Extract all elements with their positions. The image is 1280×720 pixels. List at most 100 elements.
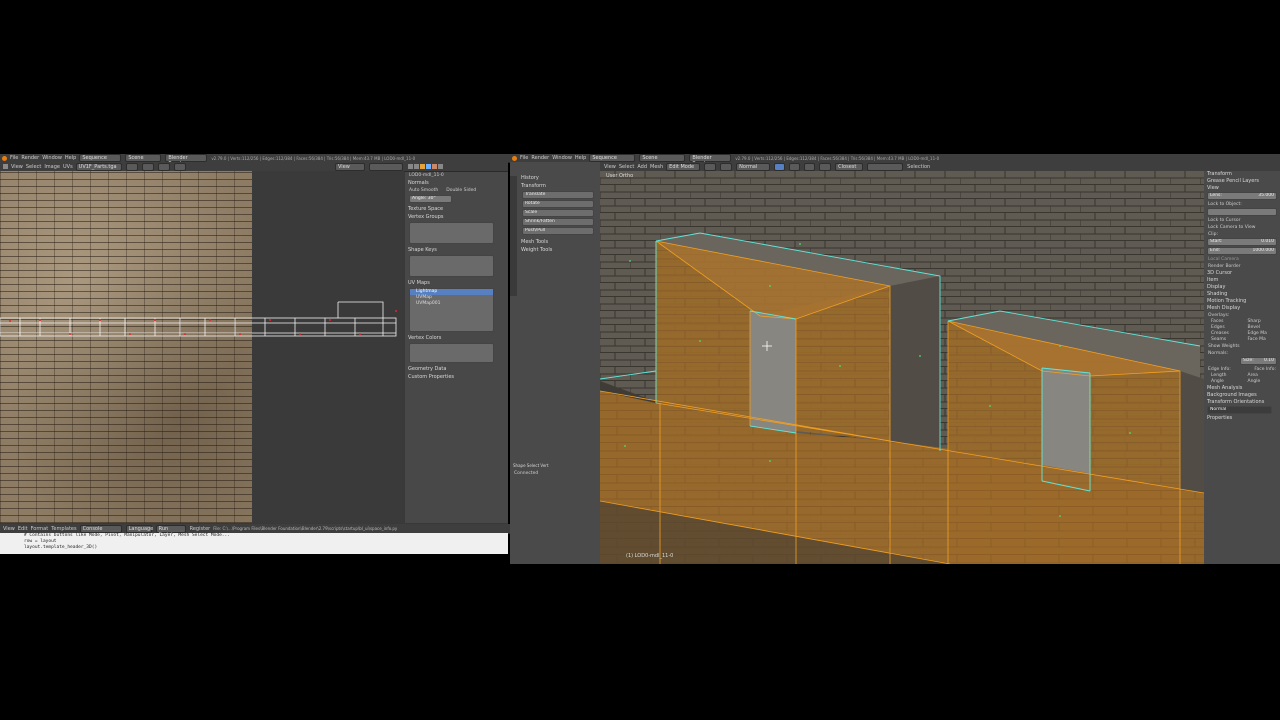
pivot-point-button[interactable] bbox=[720, 162, 733, 171]
geometry-data-panel-header[interactable]: Geometry Data bbox=[405, 365, 508, 373]
mesh-data-tab-icon[interactable] bbox=[426, 164, 431, 169]
text-editor-body[interactable]: # Contains buttons like Mode, Pivot, Man… bbox=[0, 533, 508, 554]
double-sided-checkbox[interactable]: Double Sided bbox=[442, 187, 476, 194]
blender-logo-icon[interactable] bbox=[2, 155, 7, 161]
uv-map-item[interactable]: UVMap001 bbox=[410, 301, 493, 307]
n-transform-orientations-header[interactable]: Transform Orientations bbox=[1204, 399, 1280, 406]
uv-menu-image[interactable]: Image bbox=[44, 164, 60, 170]
text-menu-templates[interactable]: Templates bbox=[51, 526, 76, 532]
uv-menu-uvs[interactable]: UVs bbox=[63, 164, 73, 170]
menu-help[interactable]: Help bbox=[575, 155, 586, 161]
n-item-header[interactable]: Item bbox=[1204, 277, 1280, 284]
run-script-button[interactable]: Run Script bbox=[155, 524, 186, 538]
uv-snap-button[interactable] bbox=[173, 162, 186, 171]
n-grease-pencil-header[interactable]: Grease Pencil Layers bbox=[1204, 178, 1280, 185]
transform-orientation-selector[interactable]: Normal bbox=[736, 162, 771, 171]
n-view-header[interactable]: View bbox=[1204, 185, 1280, 192]
menu-window[interactable]: Window bbox=[552, 155, 572, 161]
mode-selector[interactable]: Edit Mode bbox=[666, 162, 701, 171]
menu-render[interactable]: Render bbox=[531, 155, 549, 161]
n-properties-header[interactable]: Properties bbox=[1204, 415, 1280, 422]
vertex-groups-list[interactable] bbox=[409, 222, 494, 244]
n-mesh-display-header[interactable]: Mesh Display bbox=[1204, 305, 1280, 312]
normals-panel-header[interactable]: Normals bbox=[405, 179, 508, 187]
n-shading-header[interactable]: Shading bbox=[1204, 291, 1280, 298]
uv-map-selector[interactable] bbox=[369, 162, 403, 171]
orientation-selector[interactable]: Normal bbox=[1207, 406, 1272, 414]
viewport-menu-mesh[interactable]: Mesh bbox=[650, 164, 663, 170]
lock-camera-checkbox[interactable]: Lock Camera to View bbox=[1204, 224, 1280, 231]
uv-islands-overlay[interactable] bbox=[0, 171, 404, 523]
clip-start-field[interactable]: Start: 0.010 bbox=[1207, 238, 1277, 246]
menu-help[interactable]: Help bbox=[65, 155, 76, 161]
layout-selector[interactable]: Sequence bbox=[589, 154, 636, 162]
uv-menu-select[interactable]: Select bbox=[26, 164, 41, 170]
last-operator-header[interactable]: Shape Select Vert bbox=[510, 462, 600, 470]
n-display-header[interactable]: Display bbox=[1204, 284, 1280, 291]
n-transform-header[interactable]: Transform bbox=[1204, 171, 1280, 178]
show-weights-checkbox[interactable]: Show Weights bbox=[1204, 343, 1280, 350]
menu-file[interactable]: File bbox=[520, 155, 528, 161]
render-tab-icon[interactable] bbox=[408, 164, 413, 169]
uv-pin-button[interactable] bbox=[125, 162, 138, 171]
connected-checkbox[interactable]: Connected bbox=[510, 470, 600, 477]
text-block-selector[interactable]: Console bbox=[79, 524, 122, 533]
vertex-groups-panel-header[interactable]: Vertex Groups bbox=[405, 213, 508, 221]
overlay-face-marks-checkbox[interactable]: Face Ma bbox=[1244, 337, 1280, 343]
face-select-button[interactable] bbox=[804, 162, 816, 171]
lock-to-cursor-checkbox[interactable]: Lock to Cursor bbox=[1204, 217, 1280, 224]
viewport-scene[interactable] bbox=[600, 171, 1204, 564]
register-checkbox[interactable]: Register bbox=[190, 526, 211, 532]
viewport-menu-select[interactable]: Select bbox=[619, 164, 634, 170]
material-tab-icon[interactable] bbox=[432, 164, 437, 169]
viewport-shading-button[interactable] bbox=[704, 162, 717, 171]
layout-selector[interactable]: Sequence bbox=[79, 154, 122, 162]
engine-selector[interactable]: Blender Render bbox=[165, 154, 208, 167]
lens-field[interactable]: Lens: 35.000 bbox=[1207, 192, 1277, 200]
shrink-fatten-button[interactable]: Shrink/Fatten bbox=[522, 218, 594, 226]
render-border-checkbox[interactable]: Render Border bbox=[1204, 263, 1280, 270]
viewport-menu-view[interactable]: View bbox=[604, 164, 616, 170]
uv-menu-view[interactable]: View bbox=[11, 164, 23, 170]
scale-button[interactable]: Scale bbox=[522, 209, 594, 217]
n-background-images-header[interactable]: Background Images bbox=[1204, 392, 1280, 399]
mesh-tools-panel-header[interactable]: Mesh Tools bbox=[518, 238, 598, 246]
uv-pivot-button[interactable] bbox=[157, 162, 170, 171]
shape-keys-list[interactable] bbox=[409, 255, 494, 277]
shape-keys-panel-header[interactable]: Shape Keys bbox=[405, 246, 508, 254]
uv-view-button[interactable]: View bbox=[335, 162, 365, 171]
custom-properties-panel-header[interactable]: Custom Properties bbox=[405, 373, 508, 381]
uv-image-selector[interactable]: UV1F_Parts.tga bbox=[75, 162, 122, 171]
editor-type-icon[interactable] bbox=[3, 164, 8, 169]
uv-sync-button[interactable] bbox=[141, 162, 154, 171]
push-pull-button[interactable]: Push/Pull bbox=[522, 227, 594, 235]
n-3d-cursor-header[interactable]: 3D Cursor bbox=[1204, 270, 1280, 277]
menu-render[interactable]: Render bbox=[21, 155, 39, 161]
snap-target-selector[interactable]: Closest bbox=[835, 162, 864, 171]
auto-smooth-angle-field[interactable]: Angle: 30° bbox=[409, 195, 452, 203]
auto-smooth-checkbox[interactable]: Auto Smooth bbox=[409, 187, 438, 194]
weight-tools-panel-header[interactable]: Weight Tools bbox=[518, 246, 598, 254]
menu-window[interactable]: Window bbox=[42, 155, 62, 161]
transform-panel-header[interactable]: Transform bbox=[518, 182, 598, 190]
texture-space-panel-header[interactable]: Texture Space bbox=[405, 205, 508, 213]
n-motion-tracking-header[interactable]: Motion Tracking bbox=[1204, 298, 1280, 305]
translate-button[interactable]: Translate bbox=[522, 191, 594, 199]
object-tab-icon[interactable] bbox=[420, 164, 425, 169]
face-angle-checkbox[interactable]: Angle bbox=[1244, 379, 1280, 385]
layer-buttons[interactable] bbox=[867, 162, 904, 171]
text-menu-edit[interactable]: Edit bbox=[18, 526, 28, 532]
menu-file[interactable]: File bbox=[10, 155, 18, 161]
n-mesh-analysis-header[interactable]: Mesh Analysis bbox=[1204, 385, 1280, 392]
normal-size-field[interactable]: Size: 0.10 bbox=[1240, 357, 1277, 365]
uv-maps-panel-header[interactable]: UV Maps bbox=[405, 279, 508, 287]
blender-logo-icon[interactable] bbox=[512, 155, 517, 161]
text-menu-format[interactable]: Format bbox=[31, 526, 49, 532]
vertex-colors-panel-header[interactable]: Vertex Colors bbox=[405, 334, 508, 342]
texture-tab-icon[interactable] bbox=[438, 164, 443, 169]
uv-maps-list[interactable]: Lightmap UVMap UVMap001 bbox=[409, 288, 494, 332]
scene-selector[interactable]: Scene bbox=[639, 154, 686, 162]
viewport-menu-add[interactable]: Add bbox=[637, 164, 647, 170]
edge-select-button[interactable] bbox=[789, 162, 801, 171]
engine-selector[interactable]: Blender Render bbox=[689, 154, 732, 167]
